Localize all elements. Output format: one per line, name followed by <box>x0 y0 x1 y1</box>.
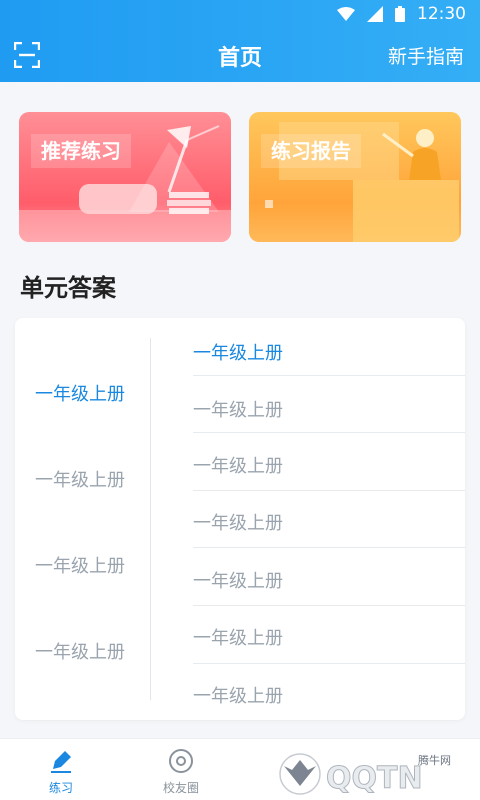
tab-label: 校友圈 <box>162 781 199 795</box>
guide-link[interactable]: 新手指南 <box>388 42 464 69</box>
app-header: 12:30 首页 新手指南 <box>0 0 480 82</box>
teacher-illustration <box>265 122 459 242</box>
status-icons: 12:30 <box>337 4 466 24</box>
section-title: 单元答案 <box>20 274 116 302</box>
card-label: 推荐练习 <box>31 134 131 168</box>
right-grade-item[interactable]: 一年级上册 <box>193 396 465 422</box>
right-grade-item[interactable]: 一年级上册 <box>193 452 465 478</box>
tab-practice[interactable]: 练习 <box>21 747 101 796</box>
row-divider <box>193 432 465 433</box>
right-grade-item[interactable]: 一年级上册 <box>193 567 465 593</box>
row-divider <box>193 605 465 606</box>
watermark-logo: QQTN 腾牛网 <box>279 753 451 797</box>
tab-label: 练习 <box>48 781 73 795</box>
title-bar: 首页 新手指南 <box>0 30 480 80</box>
tab-alumni-circle[interactable]: 校友圈 <box>141 747 221 796</box>
right-grade-item[interactable]: 一年级上册 <box>193 624 465 650</box>
card-label: 练习报告 <box>261 134 361 168</box>
signal-icon <box>367 6 383 22</box>
battery-icon <box>395 6 405 22</box>
right-grade-item[interactable]: 一年级上册 <box>193 682 465 708</box>
desk-lamp-illustration <box>19 125 231 242</box>
right-grade-item[interactable]: 一年级上册 <box>193 509 465 535</box>
svg-text:QQTN: QQTN <box>326 761 423 796</box>
row-divider <box>193 490 465 491</box>
pencil-icon <box>51 751 71 773</box>
circle-icon <box>169 749 193 773</box>
recommended-practice-card[interactable]: 推荐练习 <box>19 112 231 242</box>
practice-report-card[interactable]: 练习报告 <box>249 112 461 242</box>
row-divider <box>193 375 465 376</box>
wifi-icon <box>337 7 355 21</box>
row-divider <box>193 663 465 664</box>
svg-text:腾牛网: 腾牛网 <box>418 753 451 767</box>
left-grade-item[interactable]: 一年级上册 <box>35 638 125 664</box>
left-grade-item[interactable]: 一年级上册 <box>35 380 125 406</box>
answers-panel: 一年级上册 一年级上册 一年级上册 一年级上册 一年级上册 一年级上册 一年级上… <box>15 318 465 720</box>
left-grade-item[interactable]: 一年级上册 <box>35 552 125 578</box>
row-divider <box>193 547 465 548</box>
right-grade-item[interactable]: 一年级上册 <box>193 339 465 365</box>
left-grade-item[interactable]: 一年级上册 <box>35 466 125 492</box>
vertical-divider <box>150 338 151 700</box>
status-time: 12:30 <box>417 4 466 24</box>
status-bar: 12:30 <box>0 0 480 28</box>
